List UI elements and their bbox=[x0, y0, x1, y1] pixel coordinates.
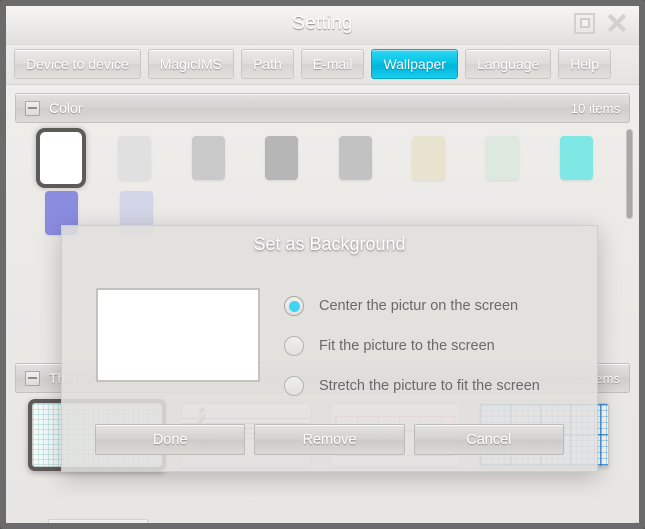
tab-wallpaper[interactable]: Wallpaper bbox=[371, 49, 458, 79]
swatch-cell bbox=[98, 130, 172, 185]
section-count-color: 10 items bbox=[570, 100, 620, 116]
swatch-cell bbox=[245, 130, 319, 185]
color-swatch-white[interactable] bbox=[39, 131, 82, 184]
swatch-cell bbox=[171, 130, 245, 185]
tab-bar: Device to device MagicIMS Path E-mail Wallpa… bbox=[6, 45, 639, 85]
swatch-cell bbox=[466, 130, 540, 185]
radio-button-0[interactable] bbox=[284, 296, 304, 316]
tab-language[interactable]: Language bbox=[464, 49, 552, 79]
color-swatch-beige[interactable] bbox=[412, 135, 446, 180]
vertical-scrollbar[interactable] bbox=[626, 129, 633, 357]
swatch-cell bbox=[392, 130, 466, 185]
done-button[interactable]: Done bbox=[95, 424, 246, 455]
radio-label-2: Stretch the picture to fit the screen bbox=[319, 378, 540, 394]
tab-magicims[interactable]: MagicIMS bbox=[147, 49, 234, 79]
add-wallpaper-button[interactable] bbox=[48, 519, 148, 523]
radio-label-1: Fit the picture to the screen bbox=[319, 338, 495, 354]
tab-e-mail[interactable]: E-mail bbox=[300, 49, 365, 79]
color-swatch-cyan[interactable] bbox=[559, 135, 593, 180]
tab-path[interactable]: Path bbox=[240, 49, 294, 79]
radio-button-2[interactable] bbox=[284, 376, 304, 396]
window-controls bbox=[574, 11, 629, 35]
radio-button-1[interactable] bbox=[284, 336, 304, 356]
setting-window: Setting Device to device MagicIMS Path E-ma… bbox=[0, 0, 645, 529]
swatch-row bbox=[24, 130, 613, 185]
color-swatch-medium-gray[interactable] bbox=[338, 135, 372, 180]
tab-help[interactable]: Help bbox=[558, 49, 612, 79]
scrollbar-thumb[interactable] bbox=[626, 129, 633, 219]
section-header-color[interactable]: Color 10 items bbox=[15, 93, 630, 123]
color-swatch-pale-green[interactable] bbox=[486, 135, 520, 180]
wallpaper-preview bbox=[96, 288, 260, 382]
swatch-cell bbox=[319, 130, 393, 185]
section-title-color: Color bbox=[49, 100, 83, 116]
radio-option-2[interactable]: Stretch the picture to fit the screen bbox=[284, 366, 540, 406]
radio-option-1[interactable]: Fit the picture to the screen bbox=[284, 326, 540, 366]
minus-icon[interactable] bbox=[25, 100, 40, 116]
radio-option-0[interactable]: Center the pictur on the screen bbox=[284, 286, 540, 326]
remove-button[interactable]: Remove bbox=[254, 424, 405, 455]
window-title: Setting bbox=[292, 13, 353, 34]
tab-device-to-device[interactable]: Device to device bbox=[14, 49, 141, 79]
background-mode-options: Center the pictur on the screen Fit the p… bbox=[284, 286, 540, 406]
minus-icon[interactable] bbox=[25, 370, 40, 386]
title-bar: Setting bbox=[6, 6, 639, 45]
color-swatch-dark-gray[interactable] bbox=[265, 135, 299, 180]
swatch-cell bbox=[539, 130, 613, 185]
swatch-cell bbox=[24, 130, 98, 185]
set-as-background-dialog: Set as Background Center the pictur on t… bbox=[61, 225, 598, 472]
dialog-title: Set as Background bbox=[253, 234, 406, 254]
dialog-buttons: Done Remove Cancel bbox=[95, 424, 564, 455]
color-swatch-light-gray[interactable] bbox=[117, 135, 151, 180]
color-swatch-gray[interactable] bbox=[191, 135, 225, 180]
radio-label-0: Center the pictur on the screen bbox=[319, 298, 519, 314]
maximize-icon[interactable] bbox=[574, 12, 595, 34]
resize-grip[interactable] bbox=[621, 516, 638, 523]
cancel-button[interactable]: Cancel bbox=[413, 424, 564, 455]
close-icon[interactable] bbox=[605, 11, 629, 35]
settings-content: Color 10 items Theme 10 items 𝄞 Set as B… bbox=[6, 85, 639, 523]
